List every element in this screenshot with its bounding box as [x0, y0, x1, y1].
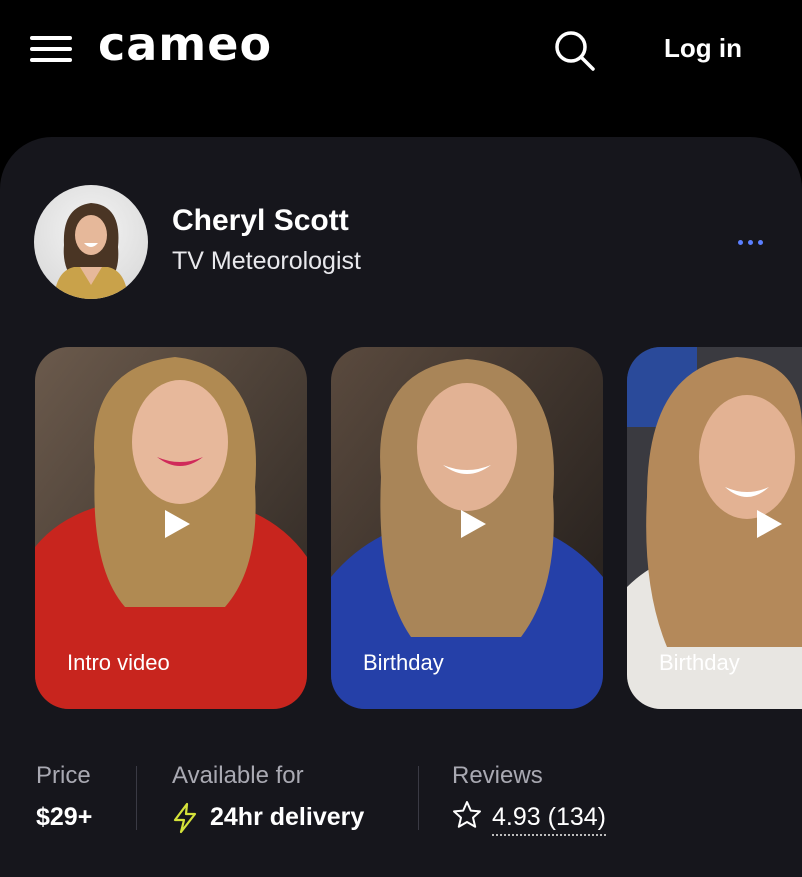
search-icon[interactable]: [552, 28, 596, 72]
bolt-icon: [173, 802, 197, 834]
menu-icon[interactable]: [30, 34, 72, 64]
divider: [136, 766, 137, 830]
play-icon[interactable]: [159, 507, 193, 541]
video-card-birthday-2[interactable]: Birthday: [627, 347, 802, 709]
avatar[interactable]: [34, 185, 148, 299]
reviews-label: Reviews: [452, 762, 543, 789]
celebrity-title: TV Meteorologist: [172, 247, 361, 275]
rating-value: 4.93: [492, 803, 541, 831]
login-link[interactable]: Log in: [664, 30, 742, 66]
cameo-logo[interactable]: cameo: [98, 14, 272, 74]
price-label: Price: [36, 762, 91, 789]
celebrity-name: Cheryl Scott: [172, 204, 349, 237]
availability-value: 24hr delivery: [210, 803, 365, 831]
price-value: $29+: [36, 803, 93, 831]
availability-label: Available for: [172, 762, 304, 789]
reviews-link[interactable]: 4.93 (134): [492, 800, 606, 836]
play-icon[interactable]: [455, 507, 489, 541]
review-count: (134): [547, 803, 606, 831]
play-icon[interactable]: [751, 507, 785, 541]
star-icon: [453, 801, 481, 828]
video-label: Birthday: [363, 650, 444, 675]
more-icon[interactable]: [728, 232, 772, 252]
video-card-birthday[interactable]: Birthday: [331, 347, 603, 709]
video-label: Birthday: [659, 650, 740, 675]
divider: [418, 766, 419, 830]
top-header: cameo Log in: [0, 0, 802, 100]
video-card-intro[interactable]: Intro video: [35, 347, 307, 709]
video-label: Intro video: [67, 650, 170, 675]
